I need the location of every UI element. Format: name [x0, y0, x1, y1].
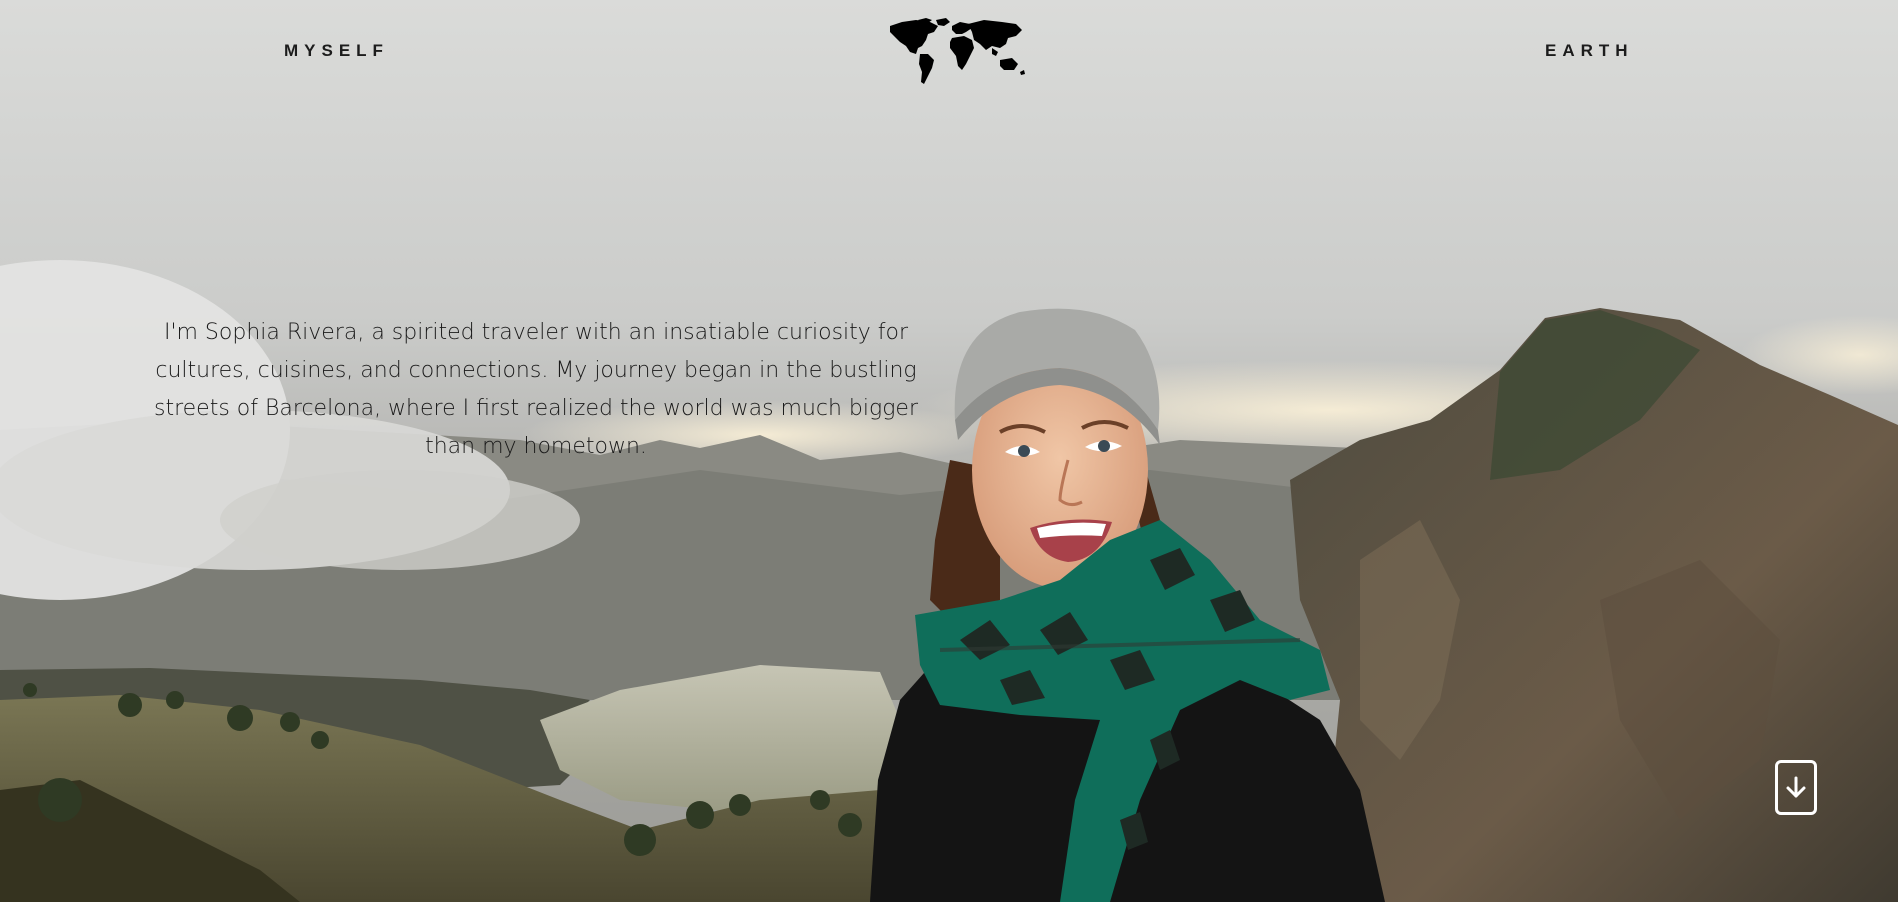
nav-myself-link[interactable]: MYSELF — [284, 41, 389, 61]
scroll-down-button[interactable] — [1775, 760, 1817, 815]
nav-earth-link[interactable]: EARTH — [1545, 41, 1634, 61]
world-map-icon[interactable] — [888, 18, 1026, 86]
hero-section: MYSELF EARTH I'm Sophia Rivera, a spirit… — [0, 0, 1898, 902]
intro-paragraph: I'm Sophia Rivera, a spirited traveler w… — [154, 320, 918, 459]
arrow-down-icon — [1786, 776, 1806, 797]
